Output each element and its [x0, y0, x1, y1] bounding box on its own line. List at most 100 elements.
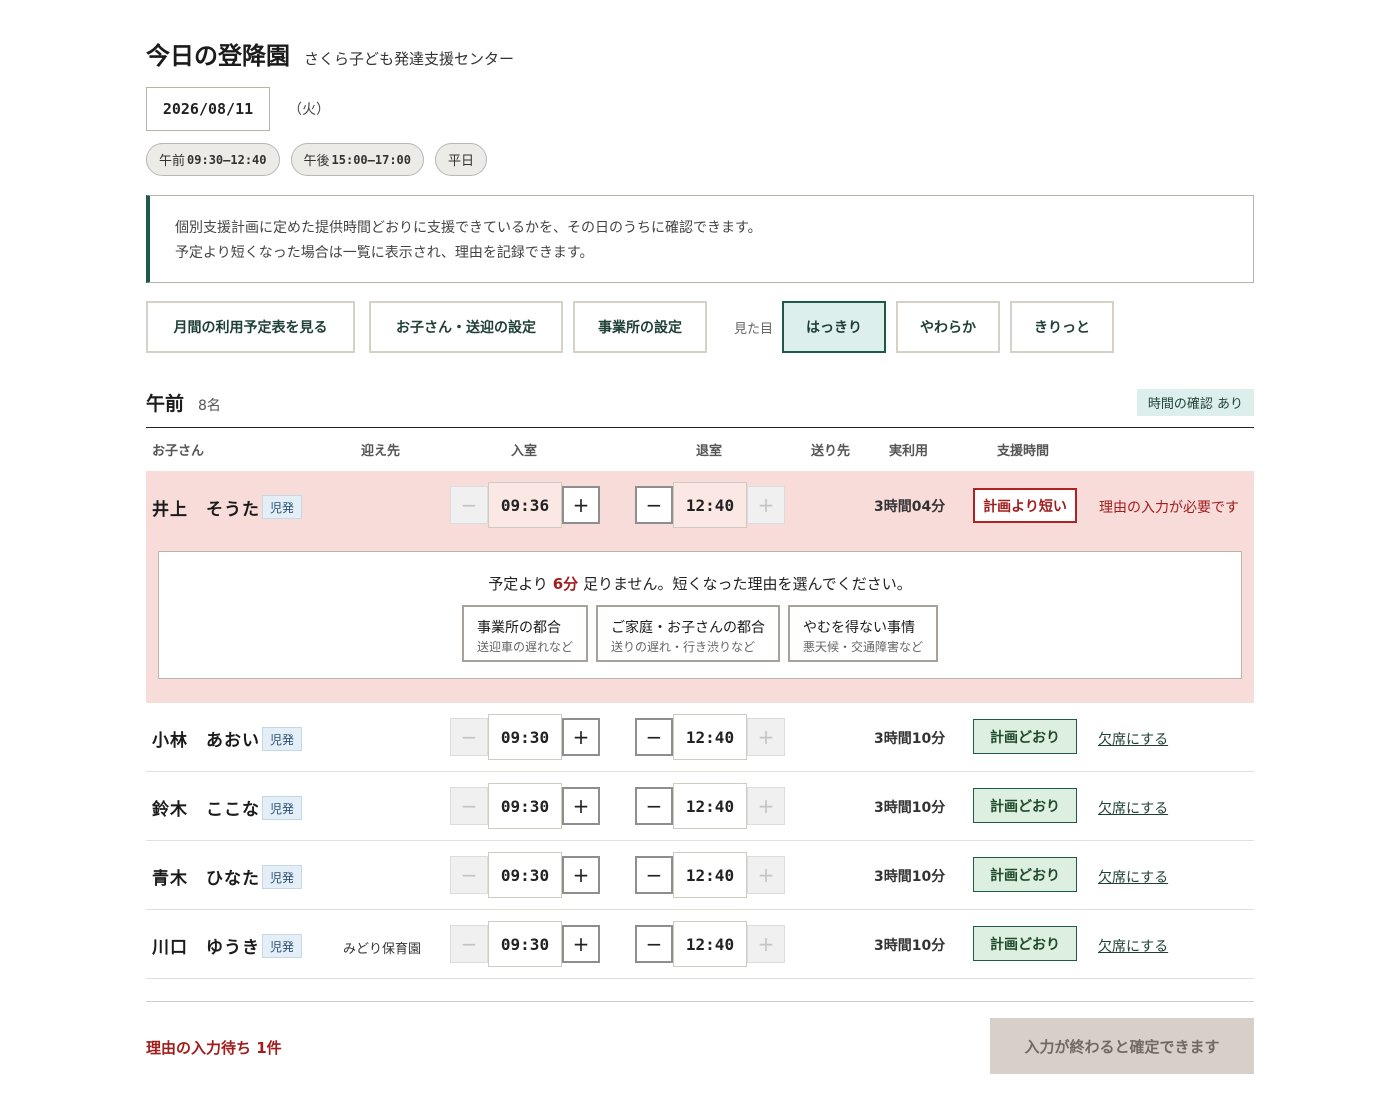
chip-time: 15:00–17:00: [331, 152, 411, 167]
theme-sharp-button[interactable]: きりっと: [1010, 301, 1115, 353]
office-settings-button[interactable]: 事業所の設定: [573, 301, 707, 353]
time-check-badge: 時間の確認 あり: [1136, 389, 1254, 416]
option-hint: 悪天候・交通障害など: [803, 640, 924, 654]
col-out: 退室: [696, 444, 723, 459]
out-plus-button[interactable]: +: [747, 787, 785, 825]
out-minus-button[interactable]: −: [635, 856, 673, 894]
col-in: 入室: [511, 444, 538, 459]
used-duration: 3時間10分: [874, 869, 946, 885]
date-input[interactable]: 2026/08/11: [146, 87, 270, 131]
out-time[interactable]: 12:40: [673, 921, 747, 967]
chip-label: 平日: [448, 154, 475, 169]
reason-message: 予定より 6分 足りません。短くなった理由を選んでください。: [159, 573, 1241, 594]
reason-prefix: 予定より: [488, 575, 548, 593]
out-plus-button[interactable]: +: [747, 856, 785, 894]
out-minus-button[interactable]: −: [635, 718, 673, 756]
used-duration: 3時間10分: [874, 731, 946, 747]
in-minus-button[interactable]: −: [450, 787, 488, 825]
table-row: 鈴木 ここな 児発 − 09:30 + − 12:40 + 3時間10分 計画ど…: [146, 772, 1254, 841]
reason-suffix: 足りません。短くなった理由を選んでください。: [582, 575, 912, 593]
out-plus-button[interactable]: +: [747, 486, 785, 524]
out-minus-button[interactable]: −: [635, 787, 673, 825]
in-plus-button[interactable]: +: [562, 718, 600, 756]
out-plus-button[interactable]: +: [747, 718, 785, 756]
in-time[interactable]: 09:30: [488, 783, 562, 829]
in-time[interactable]: 09:30: [488, 852, 562, 898]
out-time[interactable]: 12:40: [673, 482, 747, 528]
out-minus-button[interactable]: −: [635, 486, 673, 524]
in-minus-button[interactable]: −: [450, 925, 488, 963]
confirm-button[interactable]: 入力が終わると確定できます: [990, 1018, 1254, 1074]
table-row: 井上 そうた 児発 − 09:36 + − 12:40 + 3時間04分 計画よ…: [146, 471, 1254, 703]
pickup-location: みどり保育園: [343, 942, 422, 957]
footer-divider: [146, 1001, 1254, 1002]
theme-label: 見た目: [734, 321, 774, 337]
table-row: 小林 あおい 児発 − 09:30 + − 12:40 + 3時間10分 計画ど…: [146, 703, 1254, 772]
service-tag: 児発: [262, 495, 302, 519]
in-plus-button[interactable]: +: [562, 856, 600, 894]
shortfall-minutes: 6分: [552, 575, 579, 593]
table-row: 川口 ゆうき 児発 みどり保育園 − 09:30 + − 12:40 + 3時間…: [146, 910, 1254, 979]
col-dropoff: 送り先: [811, 444, 851, 459]
in-minus-button[interactable]: −: [450, 856, 488, 894]
chip-label: 午後: [303, 154, 330, 169]
child-name: 青木 ひなた: [152, 869, 260, 889]
notice-line: 個別支援計画に定めた提供時間どおりに支援できているかを、その日のうちに確認できま…: [175, 220, 762, 236]
col-used: 実利用: [889, 444, 929, 459]
weekday-label: （火）: [288, 102, 330, 118]
used-duration: 3時間10分: [874, 800, 946, 816]
status-badge: 計画どおり: [973, 857, 1077, 892]
col-child: お子さん: [152, 444, 205, 459]
section-header: 午前 8名 時間の確認 あり: [146, 389, 1254, 428]
chip-label: 午前: [159, 154, 186, 169]
service-tag: 児発: [262, 727, 302, 751]
info-notice: 個別支援計画に定めた提供時間どおりに支援できているかを、その日のうちに確認できま…: [146, 195, 1254, 283]
mark-absent-link[interactable]: 欠席にする: [1098, 729, 1168, 749]
option-hint: 送迎車の遅れなど: [476, 640, 573, 654]
section-title: 午前: [146, 393, 185, 415]
reason-panel: 予定より 6分 足りません。短くなった理由を選んでください。 事業所の都合 送迎…: [158, 551, 1242, 679]
reason-option-unavoidable[interactable]: やむを得ない事情 悪天候・交通障害など: [788, 605, 939, 662]
child-name: 小林 あおい: [152, 731, 260, 751]
chip-morning: 午前 09:30–12:40: [146, 143, 280, 176]
mark-absent-link[interactable]: 欠席にする: [1098, 867, 1168, 887]
out-time[interactable]: 12:40: [673, 852, 747, 898]
in-plus-button[interactable]: +: [562, 925, 600, 963]
status-badge: 計画どおり: [973, 926, 1077, 961]
service-tag: 児発: [262, 865, 302, 889]
in-time[interactable]: 09:36: [488, 482, 562, 528]
child-name: 鈴木 ここな: [152, 800, 260, 820]
table-row: 青木 ひなた 児発 − 09:30 + − 12:40 + 3時間10分 計画ど…: [146, 841, 1254, 910]
in-minus-button[interactable]: −: [450, 486, 488, 524]
out-minus-button[interactable]: −: [635, 925, 673, 963]
out-time[interactable]: 12:40: [673, 714, 747, 760]
mark-absent-link[interactable]: 欠席にする: [1098, 798, 1168, 818]
child-name: 井上 そうた: [152, 500, 260, 520]
toolbar: 月間の利用予定表を見る お子さん・送迎の設定 事業所の設定 見た目 はっきり や…: [146, 301, 1115, 353]
reason-option-family[interactable]: ご家庭・お子さんの都合 送りの遅れ・行き渋りなど: [596, 605, 780, 662]
child-name: 川口 ゆうき: [152, 938, 260, 958]
option-hint: 送りの遅れ・行き渋りなど: [611, 640, 756, 654]
children-settings-button[interactable]: お子さん・送迎の設定: [369, 301, 563, 353]
in-plus-button[interactable]: +: [562, 787, 600, 825]
mark-absent-link[interactable]: 欠席にする: [1098, 936, 1168, 956]
theme-clear-button[interactable]: はっきり: [782, 301, 887, 353]
out-time[interactable]: 12:40: [673, 783, 747, 829]
monthly-schedule-button[interactable]: 月間の利用予定表を見る: [146, 301, 355, 353]
pending-count: 理由の入力待ち 1件: [146, 1039, 282, 1057]
section-count: 8名: [198, 398, 221, 414]
option-title: やむを得ない事情: [803, 620, 915, 636]
date-row: 2026/08/11 （火）: [146, 87, 330, 131]
out-plus-button[interactable]: +: [747, 925, 785, 963]
schedule-chips: 午前 09:30–12:40 午後 15:00–17:00 平日: [146, 143, 488, 176]
in-time[interactable]: 09:30: [488, 714, 562, 760]
notice-line: 予定より短くなった場合は一覧に表示され、理由を記録できます。: [175, 245, 594, 261]
option-title: 事業所の都合: [476, 620, 561, 636]
theme-soft-button[interactable]: やわらか: [896, 301, 1001, 353]
in-plus-button[interactable]: +: [562, 486, 600, 524]
in-minus-button[interactable]: −: [450, 718, 488, 756]
reason-option-office[interactable]: 事業所の都合 送迎車の遅れなど: [461, 605, 588, 662]
chip-weekday: 平日: [435, 143, 488, 176]
in-time[interactable]: 09:30: [488, 921, 562, 967]
used-duration: 3時間04分: [874, 499, 946, 515]
